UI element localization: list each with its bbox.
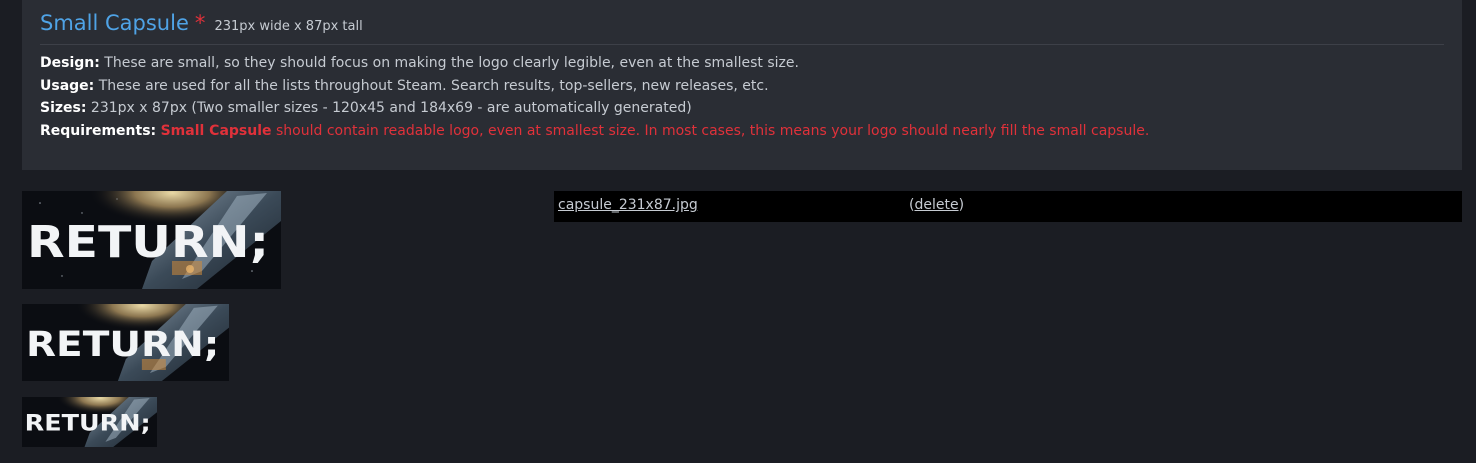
- required-marker: *: [194, 11, 206, 35]
- usage-label: Usage:: [40, 77, 95, 94]
- dimensions-note: 231px wide x 87px tall: [214, 19, 363, 34]
- usage-line: Usage: These are used for all the lists …: [40, 75, 1444, 98]
- sizes-label: Sizes:: [40, 100, 87, 116]
- delete-close-paren: ): [958, 197, 965, 213]
- capsule-logo-text: RETURN;: [25, 411, 151, 437]
- delete-file-link[interactable]: delete: [914, 197, 958, 213]
- design-text: These are small, so they should focus on…: [99, 55, 799, 71]
- sizes-line: Sizes: 231px x 87px (Two smaller sizes -…: [40, 97, 1444, 120]
- capsule-artwork: RETURN;: [22, 304, 229, 381]
- usage-text: These are used for all the lists through…: [94, 77, 769, 94]
- capsule-file-link[interactable]: capsule_231x87.jpg: [558, 191, 698, 220]
- capsule-preview-medium: RETURN;: [22, 304, 229, 381]
- sizes-text: 231px x 87px (Two smaller sizes - 120x45…: [86, 100, 692, 116]
- small-capsule-panel: Small Capsule * 231px wide x 87px tall De…: [22, 0, 1462, 170]
- requirements-warning: Small Capsule should contain readable lo…: [161, 123, 1150, 139]
- capsule-artwork: RETURN;: [22, 191, 281, 289]
- capsule-details: Design: These are small, so they should …: [40, 52, 1444, 142]
- capsule-preview-large: RETURN;: [22, 191, 281, 289]
- capsule-artwork: RETURN;: [22, 397, 157, 447]
- requirements-text: should contain readable logo, even at sm…: [271, 122, 1150, 139]
- design-label: Design:: [40, 55, 100, 71]
- delete-control: (delete): [909, 191, 964, 220]
- section-title: Small Capsule: [40, 11, 189, 35]
- capsule-preview-small: RETURN;: [22, 397, 157, 447]
- design-line: Design: These are small, so they should …: [40, 52, 1444, 75]
- capsule-logo-text: RETURN;: [26, 325, 219, 365]
- section-header: Small Capsule * 231px wide x 87px tall: [40, 11, 1444, 45]
- capsule-logo-text: RETURN;: [27, 217, 269, 268]
- uploaded-file-row: capsule_231x87.jpg (delete): [554, 191, 1462, 222]
- requirements-emphasis: Small Capsule: [160, 122, 272, 139]
- requirements-line: Requirements: Small Capsule should conta…: [40, 120, 1444, 143]
- requirements-label: Requirements:: [40, 122, 157, 139]
